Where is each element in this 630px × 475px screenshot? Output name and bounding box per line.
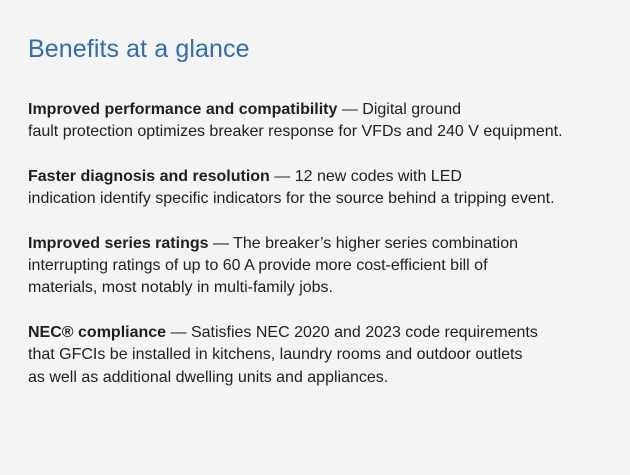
benefit-text: Digital ground (362, 101, 462, 118)
benefit-text-line: interrupting ratings of up to 60 A provi… (28, 257, 488, 275)
benefit-heading: Improved series ratings (28, 234, 209, 252)
benefit-item-performance: Improved performance and compatibility —… (28, 99, 612, 144)
benefit-text-line: indication identify specific indicators … (28, 190, 555, 208)
benefit-item-nec-compliance: NEC® compliance — Satisfies NEC 2020 and… (28, 322, 612, 389)
benefit-first-line: Improved performance and compatibility —… (28, 99, 612, 121)
em-dash-separator: — (166, 323, 191, 341)
benefit-text: Satisfies NEC 2020 and 2023 code require… (190, 323, 538, 341)
benefits-list: Improved performance and compatibility —… (28, 99, 612, 389)
benefit-text-line: materials, most notably in multi-family … (28, 279, 333, 297)
benefit-first-line: Improved series ratings — The breaker’s … (28, 233, 612, 255)
benefit-text-line: that GFCIs be installed in kitchens, lau… (28, 346, 523, 364)
em-dash-separator: — (208, 234, 234, 252)
benefit-heading: Faster diagnosis and resolution (28, 167, 270, 185)
benefit-item-series-ratings: Improved series ratings — The breaker’s … (28, 233, 612, 300)
em-dash-separator: — (337, 101, 363, 118)
benefit-heading: Improved performance and compatibility (28, 101, 338, 118)
benefit-heading: NEC® compliance (28, 323, 167, 341)
benefit-item-diagnosis: Faster diagnosis and resolution — 12 new… (28, 166, 612, 211)
benefit-text-line: fault protection optimizes breaker respo… (28, 123, 563, 141)
benefit-text: 12 new codes with LED (294, 167, 462, 185)
em-dash-separator: — (269, 167, 295, 185)
benefits-page: Benefits at a glance Improved performanc… (0, 0, 630, 475)
page-title: Benefits at a glance (28, 35, 250, 63)
benefit-text-line: as well as additional dwelling units and… (28, 368, 389, 386)
benefit-text: The breaker’s higher series combination (233, 234, 519, 252)
benefit-first-line: NEC® compliance — Satisfies NEC 2020 and… (28, 322, 612, 344)
benefit-first-line: Faster diagnosis and resolution — 12 new… (28, 166, 612, 188)
